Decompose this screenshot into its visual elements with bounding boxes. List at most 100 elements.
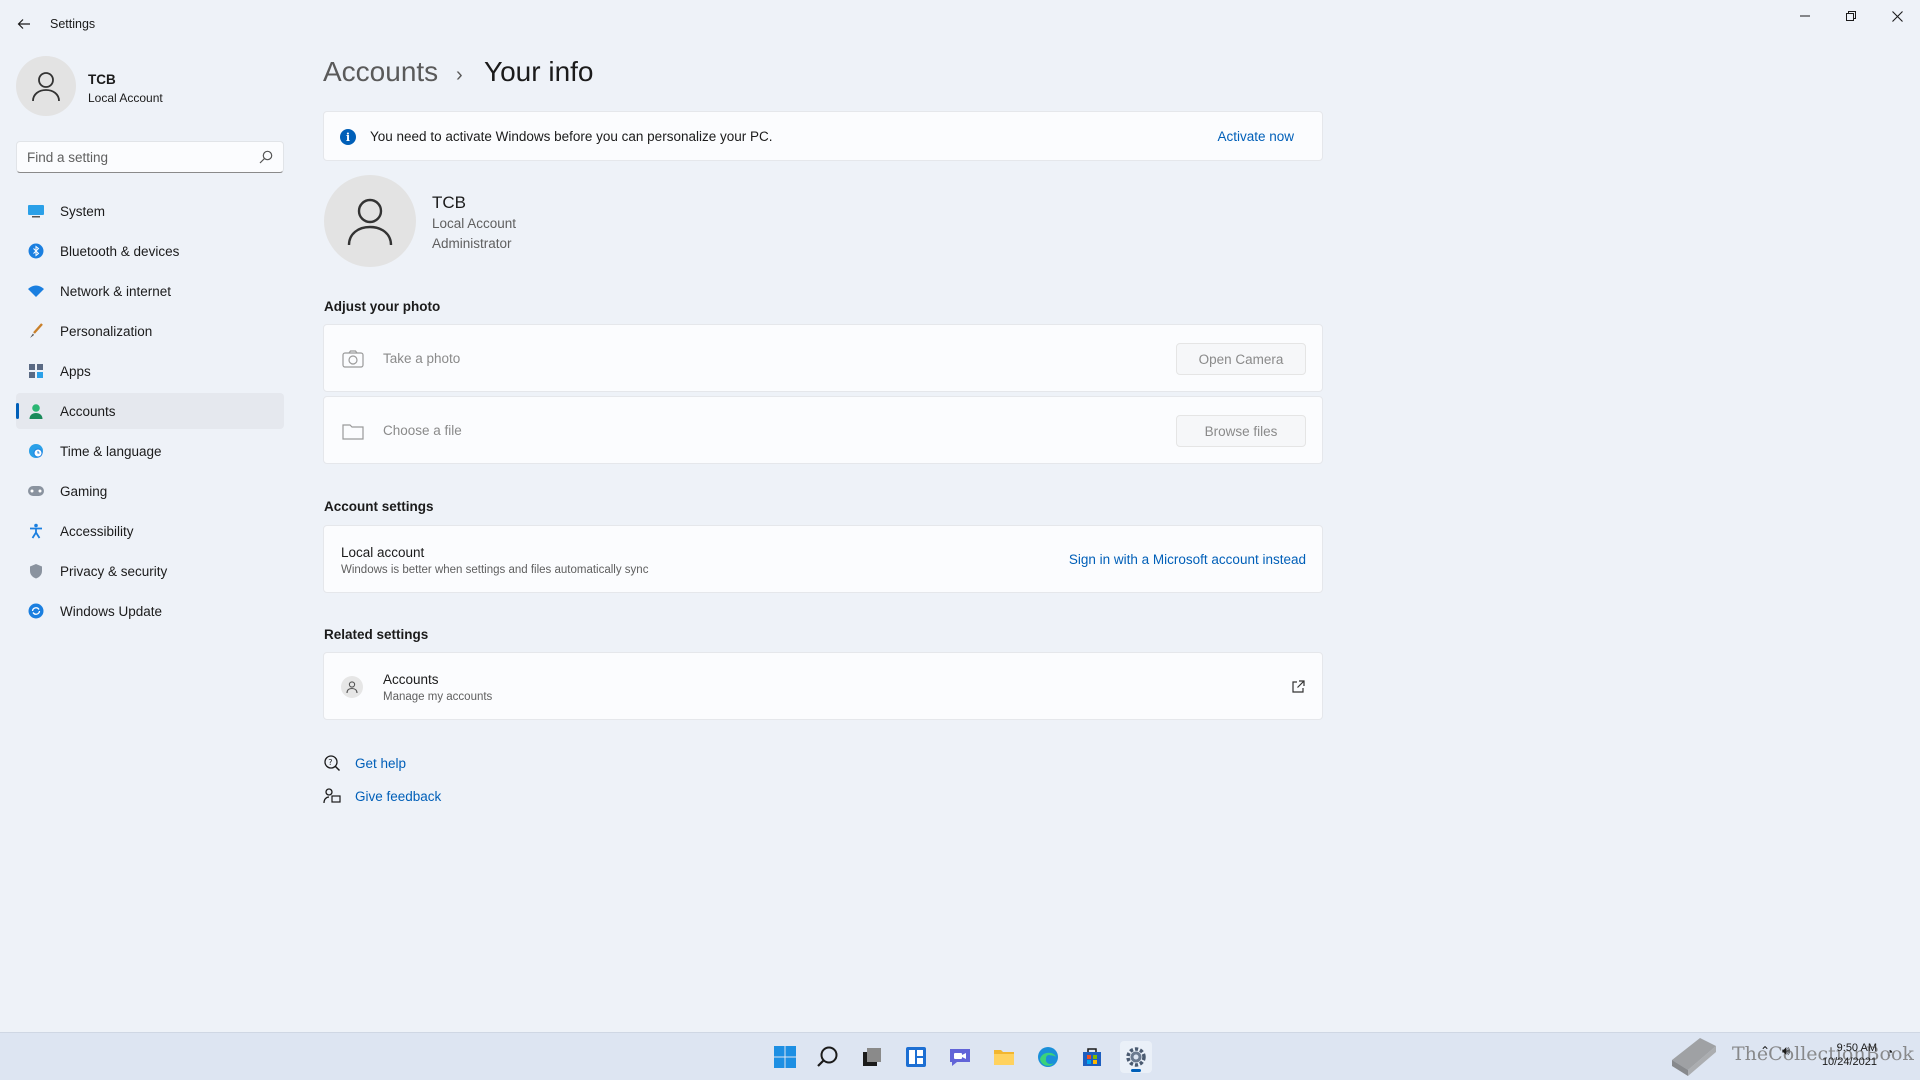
person-icon xyxy=(26,401,46,421)
profile-avatar[interactable] xyxy=(16,56,76,116)
gamepad-icon xyxy=(26,481,46,501)
browse-files-button[interactable]: Browse files xyxy=(1176,415,1306,447)
feedback-icon xyxy=(323,787,341,805)
choose-file-label: Choose a file xyxy=(383,423,462,438)
settings-icon[interactable] xyxy=(1120,1041,1152,1073)
edge-icon[interactable] xyxy=(1032,1041,1064,1073)
search-input[interactable] xyxy=(27,142,247,172)
title-bar: Settings xyxy=(0,0,1920,48)
close-icon xyxy=(1891,10,1903,22)
back-arrow-icon xyxy=(17,19,30,29)
local-account-row: Local account Windows is better when set… xyxy=(323,525,1323,593)
chat-icon[interactable] xyxy=(944,1041,976,1073)
user-avatar xyxy=(324,175,416,267)
local-account-description: Windows is better when settings and file… xyxy=(341,564,649,576)
give-feedback-link[interactable]: Give feedback xyxy=(355,789,441,804)
back-button[interactable] xyxy=(12,12,36,36)
sidebar-nav: System Bluetooth & devices Network & int… xyxy=(16,193,284,633)
sidebar-item-gaming[interactable]: Gaming xyxy=(16,473,284,509)
search-icon[interactable] xyxy=(812,1041,844,1073)
user-name: TCB xyxy=(432,193,466,212)
sidebar-item-label: Time & language xyxy=(60,443,162,459)
sidebar-item-network[interactable]: Network & internet xyxy=(16,273,284,309)
adjust-photo-heading: Adjust your photo xyxy=(324,299,441,314)
activate-now-link[interactable]: Activate now xyxy=(1217,129,1294,144)
accessibility-icon xyxy=(26,521,46,541)
choose-file-row: Choose a file Browse files xyxy=(323,396,1323,464)
open-camera-button[interactable]: Open Camera xyxy=(1176,343,1306,375)
sidebar-item-accounts[interactable]: Accounts xyxy=(16,393,284,429)
sidebar-item-label: System xyxy=(60,203,106,219)
sidebar-item-time-language[interactable]: Time & language xyxy=(16,433,284,469)
get-help-row[interactable]: ? Get help xyxy=(323,754,406,772)
sidebar-item-accessibility[interactable]: Accessibility xyxy=(16,513,284,549)
sidebar-item-label: Gaming xyxy=(60,483,108,499)
widgets-icon[interactable] xyxy=(900,1041,932,1073)
restore-icon xyxy=(1846,11,1856,21)
activation-banner: i You need to activate Windows before yo… xyxy=(323,111,1323,161)
sidebar-item-privacy[interactable]: Privacy & security xyxy=(16,553,284,589)
taskbar xyxy=(0,1032,1920,1080)
sidebar-item-label: Privacy & security xyxy=(60,563,168,579)
sidebar-item-personalization[interactable]: Personalization xyxy=(16,313,284,349)
get-help-link[interactable]: Get help xyxy=(355,756,406,771)
store-icon[interactable] xyxy=(1076,1041,1108,1073)
sidebar-item-label: Network & internet xyxy=(60,283,172,299)
tray-overflow-icon[interactable]: ⌃ xyxy=(1760,1044,1770,1058)
breadcrumb-parent[interactable]: Accounts xyxy=(323,56,438,88)
sidebar-item-label: Bluetooth & devices xyxy=(60,243,180,259)
search-icon[interactable] xyxy=(259,150,273,164)
local-account-title: Local account xyxy=(341,545,425,560)
info-icon: i xyxy=(340,129,356,145)
related-accounts-description: Manage my accounts xyxy=(383,691,493,703)
related-settings-heading: Related settings xyxy=(324,627,429,642)
account-settings-heading: Account settings xyxy=(324,499,434,514)
profile-name: TCB xyxy=(88,72,116,87)
volume-icon[interactable]: 🔊︎ xyxy=(1782,1043,1790,1059)
book-logo-icon xyxy=(1672,1038,1716,1076)
close-button[interactable] xyxy=(1874,0,1920,32)
file-explorer-icon[interactable] xyxy=(988,1041,1020,1073)
sidebar-item-label: Accounts xyxy=(60,403,116,419)
clock-time: 9:50 AM xyxy=(1836,1042,1877,1054)
give-feedback-row[interactable]: Give feedback xyxy=(323,787,441,805)
sidebar-item-label: Personalization xyxy=(60,323,153,339)
microsoft-signin-link[interactable]: Sign in with a Microsoft account instead xyxy=(1069,552,1306,567)
apps-icon xyxy=(26,361,46,381)
sidebar-item-label: Apps xyxy=(60,363,91,379)
wifi-icon xyxy=(26,281,46,301)
update-icon xyxy=(26,601,46,621)
restore-button[interactable] xyxy=(1828,0,1874,32)
start-icon[interactable] xyxy=(769,1041,801,1073)
app-title: Settings xyxy=(50,17,96,31)
take-photo-label: Take a photo xyxy=(383,351,461,366)
minimize-icon xyxy=(1800,15,1810,17)
camera-icon xyxy=(342,349,364,369)
sidebar-item-bluetooth[interactable]: Bluetooth & devices xyxy=(16,233,284,269)
notifications-icon[interactable]: ◔ xyxy=(1886,1045,1893,1059)
search-box[interactable] xyxy=(16,141,284,173)
related-accounts-title: Accounts xyxy=(383,672,439,687)
shield-icon xyxy=(26,561,46,581)
banner-message: You need to activate Windows before you … xyxy=(370,129,773,144)
minimize-button[interactable] xyxy=(1782,0,1828,32)
breadcrumb-separator: › xyxy=(456,64,463,86)
sidebar-item-system[interactable]: System xyxy=(16,193,284,229)
sidebar-item-apps[interactable]: Apps xyxy=(16,353,284,389)
monitor-icon xyxy=(26,201,46,221)
sidebar-item-label: Windows Update xyxy=(60,603,163,619)
svg-text:?: ? xyxy=(328,758,332,767)
user-icon xyxy=(32,72,60,102)
profile-account-type: Local Account xyxy=(88,91,163,105)
sidebar-item-windows-update[interactable]: Windows Update xyxy=(16,593,284,629)
help-icon: ? xyxy=(323,754,341,772)
take-photo-row: Take a photo Open Camera xyxy=(323,324,1323,392)
external-link-icon xyxy=(1292,680,1305,693)
bluetooth-icon xyxy=(26,241,46,261)
taskbar-clock[interactable]: 9:50 AM 10/24/2021 xyxy=(1815,1041,1877,1069)
user-icon xyxy=(347,198,393,246)
brush-icon xyxy=(26,321,46,341)
user-role: Administrator xyxy=(432,236,512,251)
task-view-icon[interactable] xyxy=(856,1041,888,1073)
related-accounts-row[interactable]: Accounts Manage my accounts xyxy=(323,652,1323,720)
